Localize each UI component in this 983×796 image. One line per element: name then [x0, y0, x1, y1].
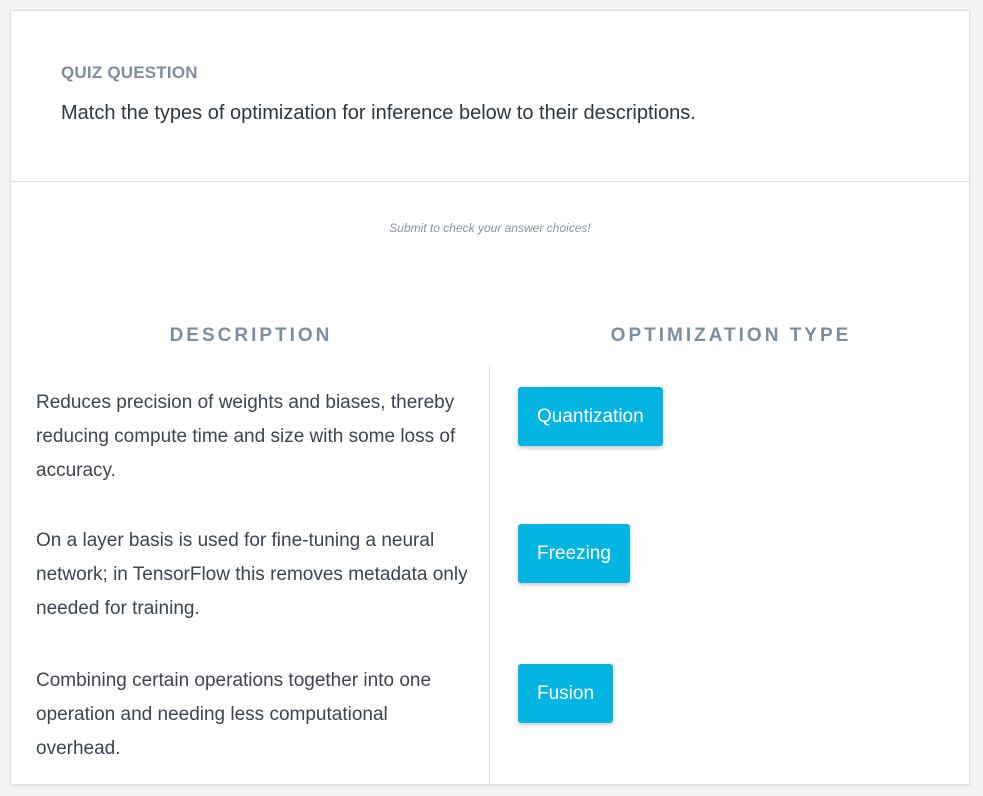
- submit-hint: Submit to check your answer choices!: [389, 221, 591, 235]
- description-item: Combining certain operations together in…: [36, 670, 432, 759]
- description-column-header: DESCRIPTION: [169, 325, 333, 346]
- quiz-label: QUIZ QUESTION: [61, 63, 198, 82]
- quiz-question: Match the types of optimization for infe…: [61, 102, 696, 124]
- description-item: Reduces precision of weights and biases,…: [36, 392, 456, 481]
- description-item: On a layer basis is used for fine-tuning…: [36, 530, 468, 619]
- quiz-header: QUIZ QUESTION Match the types of optimiz…: [11, 11, 969, 182]
- column-divider: [489, 366, 490, 784]
- draggable-answer-fusion[interactable]: Fusion: [518, 664, 614, 723]
- draggable-answer-freezing[interactable]: Freezing: [518, 524, 630, 583]
- draggable-answer-quantization[interactable]: Quantization: [518, 387, 663, 446]
- optimization-type-column-header: OPTIMIZATION TYPE: [610, 325, 852, 346]
- quiz-card: QUIZ QUESTION Match the types of optimiz…: [10, 10, 970, 785]
